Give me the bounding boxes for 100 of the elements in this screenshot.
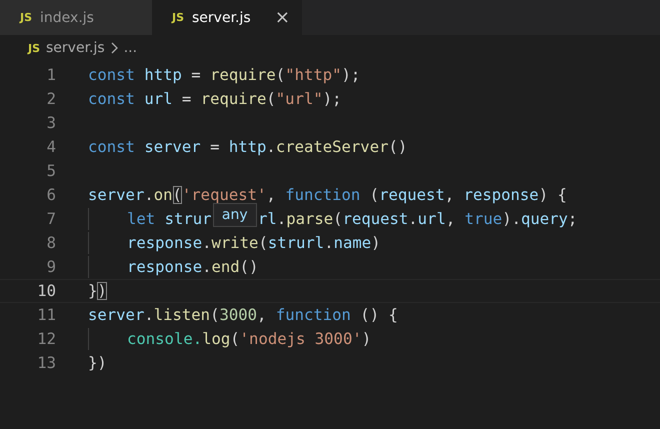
code-token: .: [276, 210, 286, 228]
code-token: url: [144, 90, 173, 108]
code-token: function: [276, 306, 351, 324]
code-token: server: [88, 306, 144, 324]
code-token: require: [200, 90, 266, 108]
code-token: ) {: [538, 186, 567, 204]
line-number: 5: [46, 162, 57, 180]
code-token: );: [322, 90, 342, 108]
code-token: listen: [154, 306, 210, 324]
code-token: response: [127, 234, 202, 252]
code-token: "http": [285, 66, 342, 84]
breadcrumb-item[interactable]: ...: [124, 40, 138, 56]
code-token: response: [127, 258, 202, 276]
code-token: .: [266, 138, 276, 156]
code-token: query: [520, 210, 568, 228]
close-icon[interactable]: ×: [274, 7, 290, 28]
code-token: let: [127, 210, 156, 228]
code-token: url: [418, 210, 446, 228]
code-token: 'request': [182, 186, 266, 204]
code-token: (: [172, 186, 182, 204]
code-token: const: [88, 90, 136, 108]
breadcrumb-item[interactable]: server.js: [46, 40, 105, 56]
code-token: strurl: [268, 234, 324, 252]
code-token: (: [258, 234, 268, 252]
line-number: 11: [36, 306, 57, 324]
code-token: (: [230, 330, 240, 348]
code-token: name: [334, 234, 372, 252]
code-token: ,: [444, 186, 456, 204]
code-token: );: [342, 66, 360, 84]
code-token: ).: [502, 210, 521, 228]
code-token: }: [88, 282, 98, 300]
line-number: 1: [46, 66, 57, 84]
code-token: .: [144, 306, 154, 324]
code-token: ,: [446, 210, 456, 228]
line-number: 8: [46, 234, 57, 252]
code-token: ,: [266, 186, 277, 204]
code-token: (: [333, 210, 343, 228]
code-token: (: [276, 66, 286, 84]
code-token: ): [362, 330, 372, 348]
code-token: ;: [568, 210, 578, 228]
code-token: end: [212, 258, 240, 276]
code-token: ): [371, 234, 381, 252]
code-token: true: [464, 210, 502, 228]
code-token: http: [144, 66, 182, 84]
code-token: rl: [258, 210, 277, 228]
code-token: "url": [276, 90, 323, 108]
chevron-right-icon: [110, 42, 118, 54]
line-number: 9: [46, 258, 57, 276]
code-token: const: [88, 138, 136, 156]
line-number: 2: [46, 90, 57, 108]
code-token: .: [144, 186, 154, 204]
js-file-icon: JS: [28, 42, 40, 54]
editor-tab[interactable]: JS index.js: [0, 0, 152, 35]
code-token: const: [88, 66, 136, 84]
js-file-icon: JS: [172, 11, 184, 24]
line-number: 7: [46, 210, 57, 228]
type-hover-tooltip: any: [212, 203, 258, 227]
editor-tab[interactable]: JS server.js ×: [152, 0, 302, 35]
code-token: log: [202, 330, 230, 348]
code-token: (: [266, 90, 276, 108]
code-token: .: [202, 234, 212, 252]
code-token: (): [240, 258, 258, 276]
line-number: 3: [46, 114, 57, 132]
code-token: }): [88, 354, 107, 372]
code-token: function: [285, 186, 360, 204]
line-number: 13: [36, 354, 57, 372]
code-token: response: [464, 186, 539, 204]
code-token: 3000: [219, 306, 258, 324]
code-token: server: [88, 186, 144, 204]
js-file-icon: JS: [20, 11, 32, 24]
code-token: console.: [127, 330, 202, 348]
code-token: write: [212, 234, 258, 252]
code-token: strur: [164, 210, 212, 228]
code-token: ,: [257, 306, 268, 324]
code-token: (: [368, 186, 380, 204]
code-token: =: [209, 138, 220, 156]
code-token: require: [210, 66, 276, 84]
tab-label: server.js: [192, 10, 252, 26]
tab-label: index.js: [40, 10, 95, 26]
code-token: createServer: [276, 138, 388, 156]
code-token: request: [342, 210, 408, 228]
code-token: (): [388, 138, 408, 156]
code-token: parse: [286, 210, 334, 228]
line-number: 6: [46, 186, 57, 204]
code-token: .: [324, 234, 334, 252]
code-token: .: [202, 258, 212, 276]
code-token: http: [228, 138, 266, 156]
line-number: 12: [36, 330, 57, 348]
code-token: .: [408, 210, 418, 228]
line-number: 4: [46, 138, 57, 156]
code-token: request: [379, 186, 445, 204]
code-token: ): [97, 282, 107, 300]
code-token: () {: [359, 306, 398, 324]
code-token: 'nodejs 3000': [240, 330, 362, 348]
code-token: =: [180, 90, 192, 108]
code-token: =: [190, 66, 202, 84]
code-token: (: [210, 306, 220, 324]
code-token: server: [144, 138, 201, 156]
line-number: 10: [36, 282, 57, 300]
code-token: on: [154, 186, 173, 204]
